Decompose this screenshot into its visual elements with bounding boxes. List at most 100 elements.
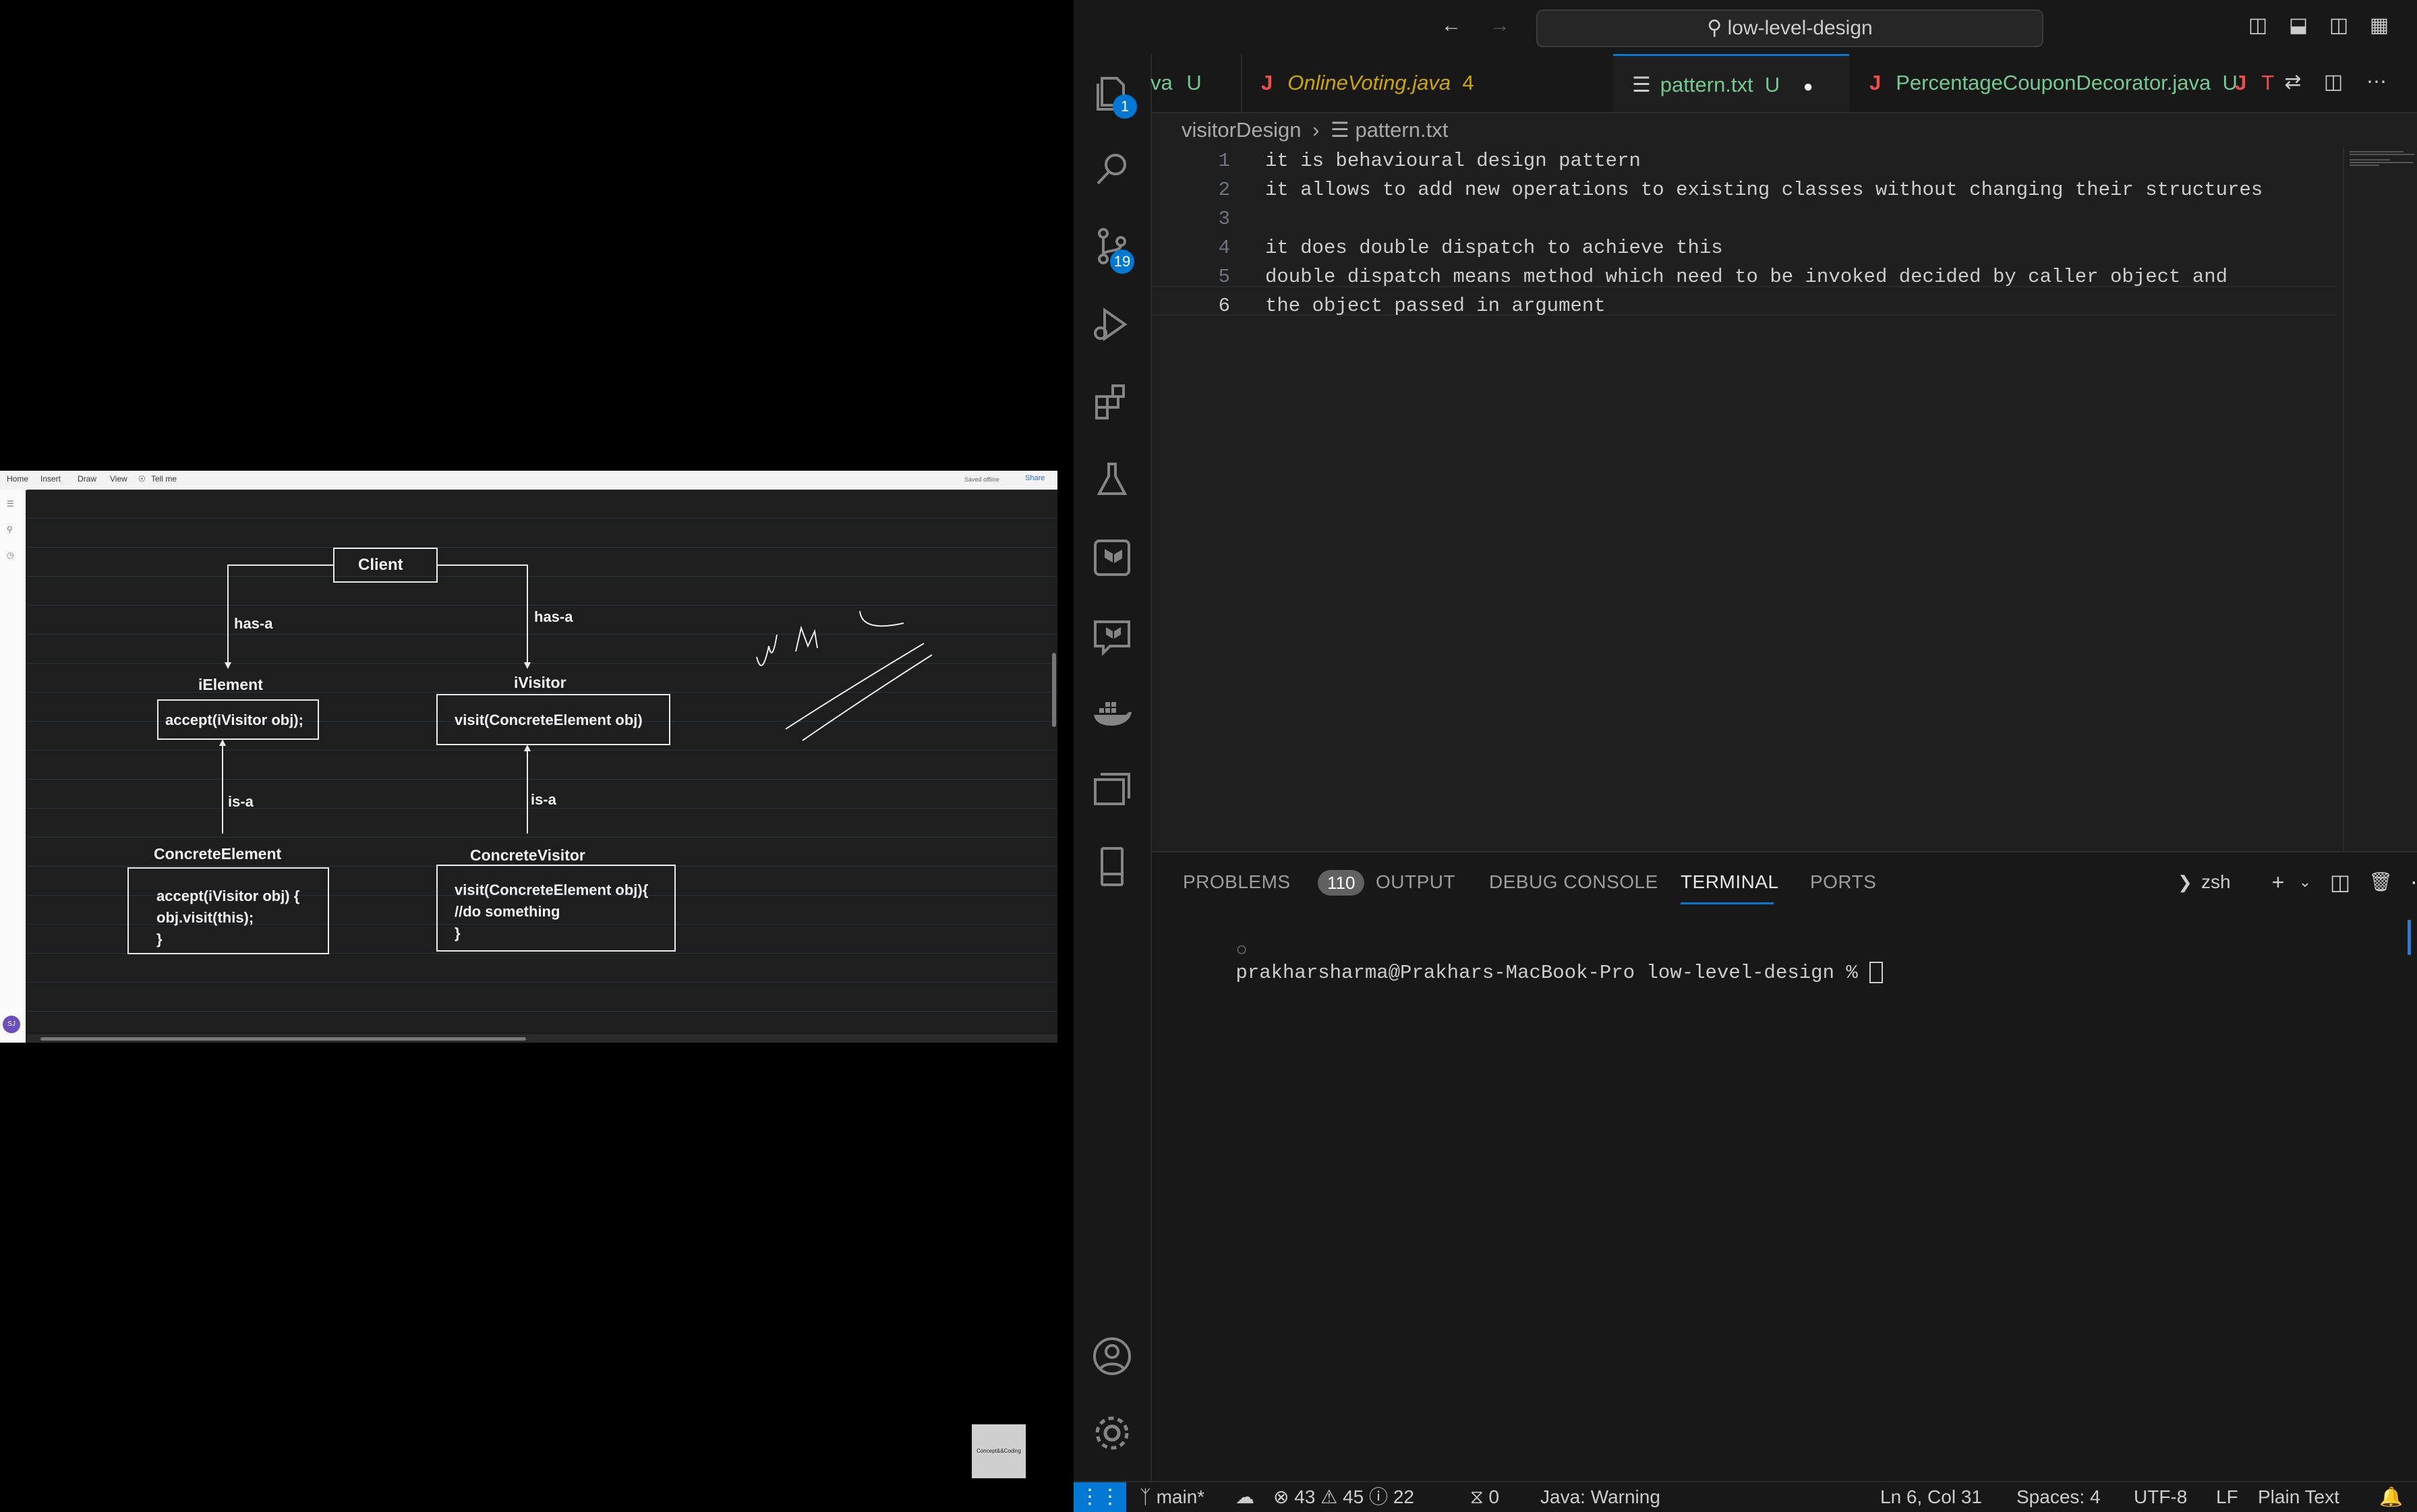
status-bar: ⋮⋮ ᛉ main* ☁ ⊗ 43 ⚠ 45 ⓘ 22 ⧖ 0 Java: Wa… (1074, 1481, 2417, 1512)
workspace-name: low-level-design (1727, 17, 1873, 39)
git-branch-icon: ᛉ (1140, 1486, 1151, 1507)
notebooks-icon[interactable]: ☰ (7, 499, 18, 508)
terraform-icon[interactable] (1090, 535, 1134, 580)
underline-stroke-2 (802, 654, 933, 741)
testing-flask-icon[interactable] (1090, 457, 1134, 502)
more-actions-icon[interactable]: ⋯ (2408, 869, 2417, 896)
tab-onlinevoting[interactable]: J OnlineVoting.java 4 (1241, 54, 1619, 112)
ribbon-tab-view[interactable]: View (110, 474, 127, 484)
ribbon-tell-me[interactable]: Tell me (151, 474, 177, 484)
editor-tabs: va U J OnlineVoting.java 4 ☰ pattern.txt U… (1151, 54, 2417, 113)
tab-problems[interactable]: PROBLEMS (1183, 871, 1291, 893)
remote-explorer-icon[interactable] (1090, 767, 1134, 812)
java-file-icon: J (2235, 71, 2247, 94)
concrete-element-title: ConcreteElement (154, 845, 282, 863)
channel-logo: Concept&&Coding (972, 1424, 1026, 1478)
remote-indicator-icon[interactable]: ⋮⋮ (1074, 1482, 1126, 1512)
back-arrow-icon[interactable]: ← (1438, 12, 1465, 39)
end-of-line[interactable]: LF (2216, 1482, 2238, 1512)
ielement-title: iElement (198, 676, 263, 693)
underline-stroke-1 (785, 643, 925, 730)
toggle-panel-icon[interactable]: ⬓ (2285, 12, 2312, 39)
notifications-bell-icon[interactable]: 🔔 (2379, 1482, 2403, 1512)
command-center-search[interactable]: ⚲ low-level-design (1536, 9, 2043, 47)
tab-percentage-coupon[interactable]: J PercentageCouponDecorator.java U (1851, 54, 2238, 112)
code-line[interactable]: the object passed in argument (1265, 295, 1606, 317)
device-icon[interactable] (1090, 844, 1134, 889)
search-icon[interactable] (1090, 147, 1134, 192)
line-number: 4 (1218, 237, 1230, 259)
branch-status[interactable]: ᛉ main* (1140, 1482, 1204, 1512)
sync-cloud-icon[interactable]: ☁ (1235, 1482, 1254, 1512)
ribbon-tab-insert[interactable]: Insert (40, 474, 61, 484)
avatar[interactable]: SJ (3, 1016, 20, 1033)
customize-layout-icon[interactable]: ▦ (2366, 12, 2393, 39)
encoding[interactable]: UTF-8 (2134, 1482, 2187, 1512)
terminal-icon: ❯ (2178, 872, 2192, 892)
tab-output[interactable]: OUTPUT (1376, 871, 1455, 893)
horizontal-scrollbar[interactable] (27, 1035, 1057, 1043)
arrowhead-ielement (225, 662, 231, 669)
search-icon[interactable]: ⚲ (7, 525, 18, 534)
has-a-right-label: has-a (534, 608, 573, 625)
line-number: 3 (1218, 208, 1230, 230)
chevron-down-icon[interactable]: ⌄ (2292, 869, 2319, 896)
terminal-shell-name[interactable]: zsh (2201, 871, 2231, 893)
bottom-panel: PROBLEMS 110 OUTPUT DEBUG CONSOLE TERMIN… (1152, 851, 2417, 1482)
forward-arrow-icon[interactable]: → (1486, 12, 1513, 39)
settings-gear-icon[interactable] (1090, 1411, 1134, 1455)
ports-status[interactable]: ⧖ 0 (1470, 1482, 1499, 1512)
indentation[interactable]: Spaces: 4 (2016, 1482, 2101, 1512)
java-status[interactable]: Java: Warning (1540, 1482, 1660, 1512)
tab-truncated-t[interactable]: JT (2235, 54, 2274, 112)
vscode-window: ← → ⚲ low-level-design ◫ ⬓ ◫ ▦ 1 19 va U… (1074, 0, 2417, 1512)
breadcrumb-folder[interactable]: visitorDesign (1182, 118, 1301, 142)
code-line[interactable]: it allows to add new operations to exist… (1265, 179, 2263, 201)
ielement-method: accept(iVisitor obj); (165, 711, 303, 728)
onenote-ribbon: Home Insert Draw View ☉ Tell me Saved of… (0, 471, 1057, 490)
handwriting-m (795, 625, 818, 652)
kill-terminal-trash-icon[interactable]: 🗑 (2367, 869, 2394, 896)
ribbon-tab-home[interactable]: Home (7, 474, 28, 484)
recent-clock-icon[interactable]: ◷ (7, 550, 18, 560)
onenote-sidebar: ☰ ⚲ ◷ (0, 490, 26, 1043)
horizontal-scroll-thumb[interactable] (40, 1037, 526, 1041)
share-button[interactable]: Share (1025, 474, 1045, 482)
run-debug-icon[interactable] (1090, 302, 1134, 347)
split-editor-icon[interactable]: ◫ (2320, 69, 2347, 96)
code-line[interactable]: double dispatch means method which need … (1265, 266, 2227, 288)
is-a-right-label: is-a (531, 791, 557, 808)
code-line[interactable]: it is behavioural design pattern (1265, 150, 1641, 172)
code-line[interactable]: it does double dispatch to achieve this (1265, 237, 1723, 259)
tab-ports[interactable]: PORTS (1810, 871, 1876, 893)
tab-debug-console[interactable]: DEBUG CONSOLE (1489, 871, 1658, 893)
extensions-icon[interactable] (1090, 380, 1134, 425)
tab-terminal[interactable]: TERMINAL (1681, 871, 1779, 893)
more-actions-icon[interactable]: ⋯ (2363, 69, 2390, 96)
cursor-position[interactable]: Ln 6, Col 31 (1880, 1482, 1982, 1512)
arrowhead-ce (219, 739, 226, 746)
new-terminal-plus-icon[interactable]: + (2265, 869, 2292, 896)
lightbulb-icon: ☉ (138, 474, 146, 484)
cv-code-line-3: } (455, 925, 461, 941)
problems-status[interactable]: ⊗ 43 ⚠ 45 ⓘ 22 (1273, 1482, 1414, 1512)
ribbon-tab-draw[interactable]: Draw (78, 474, 96, 484)
minimap[interactable] (2343, 147, 2417, 851)
open-changes-icon[interactable]: ⇄ (2279, 69, 2306, 96)
code-editor[interactable]: 1 it is behavioural design pattern 2 it … (1152, 147, 2417, 851)
unsaved-dot-icon[interactable]: ● (1803, 78, 1813, 96)
breadcrumb-file[interactable]: pattern.txt (1355, 118, 1448, 142)
toggle-secondary-sidebar-icon[interactable]: ◫ (2325, 12, 2352, 39)
account-icon[interactable] (1090, 1334, 1134, 1378)
language-mode[interactable]: Plain Text (2258, 1482, 2339, 1512)
text-file-icon: ☰ (1331, 118, 1349, 142)
terraform-cloud-icon[interactable] (1090, 614, 1134, 658)
docker-icon[interactable] (1090, 691, 1134, 735)
tab-truncated-java[interactable]: va U (1151, 54, 1202, 112)
terminal-output[interactable]: ○ prakharsharma@Prakhars-MacBook-Pro low… (1165, 917, 1884, 1006)
ce-code-line-3: } (156, 931, 163, 948)
toggle-sidebar-icon[interactable]: ◫ (2244, 12, 2271, 39)
split-terminal-icon[interactable]: ◫ (2327, 869, 2354, 896)
tab-pattern-txt-active[interactable]: ☰ pattern.txt U ● (1613, 54, 1849, 112)
vertical-scroll-thumb[interactable] (1052, 653, 1056, 727)
